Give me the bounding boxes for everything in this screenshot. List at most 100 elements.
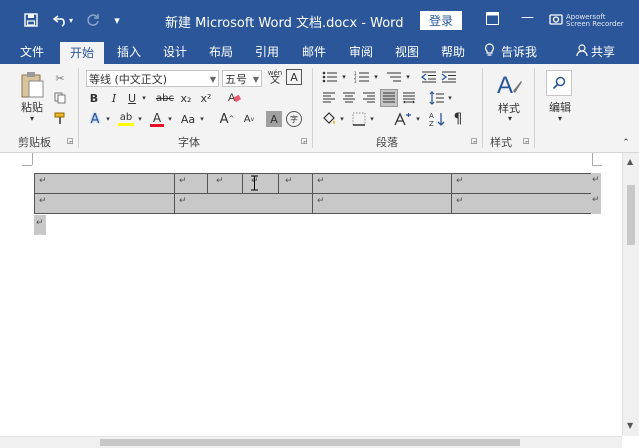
grow-font-button[interactable]: A ^ <box>218 111 236 127</box>
scroll-up-icon[interactable]: ▲ <box>627 157 633 166</box>
strikethrough-button[interactable]: abc <box>154 90 176 106</box>
login-button[interactable]: 登录 <box>420 11 462 30</box>
save-icon[interactable] <box>20 9 42 31</box>
styles-gallery-icon[interactable]: A <box>494 68 524 102</box>
document-canvas[interactable]: ↵ ↵ ↵ ↵ ↵ ↵ ↵ ↵ ↵ ↵ ↵ ↵ ↵ ↵ <box>0 153 622 436</box>
font-size-select[interactable]: 五号 ▼ <box>222 70 262 87</box>
tab-help[interactable]: 帮助 <box>432 40 474 64</box>
text-effects-button[interactable]: A <box>86 111 104 127</box>
styles-launcher-icon[interactable]: ◲ <box>522 137 530 145</box>
find-icon[interactable] <box>546 70 572 96</box>
table-cell[interactable]: ↵ <box>174 193 313 214</box>
vertical-scrollbar[interactable]: ▲ ▼ <box>622 153 639 436</box>
borders-dropdown-icon[interactable]: ▾ <box>368 111 376 127</box>
tab-file[interactable]: 文件 <box>10 40 54 64</box>
clear-formatting-icon[interactable]: A <box>226 89 242 105</box>
multilevel-dropdown-icon[interactable]: ▾ <box>404 69 412 85</box>
numbering-icon[interactable]: 123 <box>352 69 372 85</box>
vertical-scroll-thumb[interactable] <box>627 185 635 245</box>
multilevel-list-icon[interactable] <box>384 69 404 85</box>
character-shading-button[interactable]: A <box>266 111 282 127</box>
clipboard-paste-icon[interactable] <box>16 70 48 100</box>
table-cell[interactable]: ↵ <box>34 173 175 194</box>
shrink-font-button[interactable]: Av <box>240 111 258 127</box>
sort-icon[interactable]: AZ <box>428 110 446 128</box>
redo-icon[interactable] <box>82 9 104 31</box>
table-cell[interactable]: ↵ <box>278 173 313 194</box>
minimize-icon[interactable]: — <box>521 10 534 25</box>
bullets-dropdown-icon[interactable]: ▾ <box>340 69 348 85</box>
table-cell[interactable]: ↵ <box>451 193 592 214</box>
change-case-button[interactable]: Aa <box>178 111 198 127</box>
subscript-button[interactable]: x₂ <box>178 90 194 106</box>
tab-insert[interactable]: 插入 <box>108 40 150 64</box>
font-launcher-icon[interactable]: ◲ <box>300 137 308 145</box>
table-cell[interactable]: ↵ <box>242 173 279 194</box>
styles-dropdown-icon[interactable]: ▾ <box>500 113 520 123</box>
table-cell[interactable]: ↵ <box>312 193 452 214</box>
table-cell[interactable]: ↵ <box>207 173 243 194</box>
tab-home[interactable]: 开始 <box>60 42 104 64</box>
table-cell[interactable]: ↵ <box>312 173 452 194</box>
show-hide-marks-icon[interactable]: ¶ <box>450 110 466 128</box>
editing-dropdown-icon[interactable]: ▾ <box>550 113 570 123</box>
horizontal-scroll-thumb[interactable] <box>100 439 520 446</box>
phonetic-guide-icon[interactable]: wén 文 <box>266 68 284 86</box>
underline-button[interactable]: U <box>124 90 140 106</box>
line-spacing-icon[interactable] <box>428 90 446 106</box>
shading-dropdown-icon[interactable]: ▾ <box>338 111 346 127</box>
text-effects-dropdown-icon[interactable]: ▾ <box>104 111 112 127</box>
superscript-button[interactable]: x² <box>198 90 214 106</box>
clipboard-launcher-icon[interactable]: ◲ <box>66 137 74 145</box>
underline-dropdown-icon[interactable]: ▾ <box>140 90 148 106</box>
align-center-icon[interactable] <box>340 90 358 106</box>
editing-button[interactable]: 编辑 <box>542 100 578 114</box>
change-case-dropdown-icon[interactable]: ▾ <box>198 111 206 127</box>
shading-icon[interactable] <box>320 111 338 127</box>
customize-qat-icon[interactable]: ▾ <box>106 9 128 31</box>
table-cell[interactable]: ↵ <box>451 173 592 194</box>
cut-icon[interactable]: ✂ <box>52 70 68 86</box>
enclose-characters-button[interactable]: 字 <box>286 111 302 127</box>
share-button[interactable]: 共享 <box>576 40 632 64</box>
chinese-layout-icon[interactable] <box>392 111 414 127</box>
numbering-dropdown-icon[interactable]: ▾ <box>372 69 380 85</box>
tab-view[interactable]: 视图 <box>386 40 428 64</box>
increase-indent-icon[interactable] <box>440 69 458 85</box>
table-cell[interactable]: ↵ <box>174 173 208 194</box>
bullets-icon[interactable] <box>320 69 340 85</box>
tab-design[interactable]: 设计 <box>154 40 196 64</box>
paste-options-icon[interactable]: ▾ <box>22 113 42 123</box>
chinese-layout-dropdown-icon[interactable]: ▾ <box>414 111 422 127</box>
paragraph-launcher-icon[interactable]: ◲ <box>470 137 478 145</box>
paste-button[interactable]: 粘贴 <box>12 100 52 114</box>
tab-references[interactable]: 引用 <box>246 40 288 64</box>
table-cell[interactable]: ↵ <box>34 193 175 214</box>
character-border-icon[interactable]: A <box>286 69 302 85</box>
justify-icon[interactable] <box>380 89 398 107</box>
tab-layout[interactable]: 布局 <box>200 40 242 64</box>
tell-me-search[interactable]: 告诉我 <box>484 40 548 64</box>
font-color-button[interactable]: A <box>148 110 166 128</box>
undo-dropdown-icon[interactable]: ▾ <box>66 9 76 31</box>
highlight-dropdown-icon[interactable]: ▾ <box>136 111 144 127</box>
horizontal-scrollbar[interactable] <box>0 436 622 448</box>
tab-review[interactable]: 审阅 <box>340 40 382 64</box>
font-name-select[interactable]: 等线 (中文正文) ▼ <box>86 70 219 87</box>
highlight-color-button[interactable]: ab <box>116 110 136 128</box>
copy-icon[interactable] <box>52 90 68 106</box>
format-painter-icon[interactable] <box>52 110 68 126</box>
distributed-icon[interactable] <box>400 90 418 106</box>
bold-button[interactable]: B <box>86 90 102 106</box>
tab-mailings[interactable]: 邮件 <box>293 40 335 64</box>
ribbon-display-options-icon[interactable] <box>486 12 499 28</box>
decrease-indent-icon[interactable] <box>420 69 438 85</box>
borders-icon[interactable] <box>350 111 368 127</box>
collapse-ribbon-icon[interactable]: ⌃ <box>620 138 632 148</box>
line-spacing-dropdown-icon[interactable]: ▾ <box>446 90 454 106</box>
scroll-down-icon[interactable]: ▼ <box>627 421 633 430</box>
align-right-icon[interactable] <box>360 90 378 106</box>
italic-button[interactable]: I <box>106 90 122 106</box>
align-left-icon[interactable] <box>320 90 338 106</box>
font-color-dropdown-icon[interactable]: ▾ <box>166 111 174 127</box>
